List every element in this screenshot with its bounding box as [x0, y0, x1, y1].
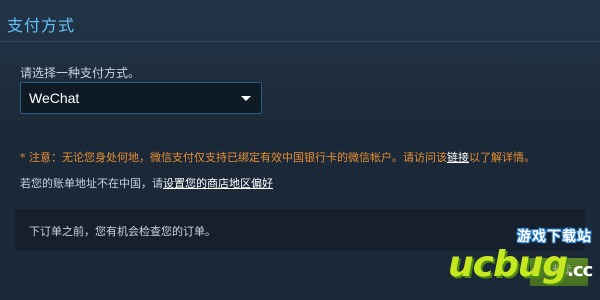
notice-text-suffix: 以了解详情。: [469, 151, 535, 164]
order-review-box: 下订单之前，您有机会检查您的订单。: [15, 209, 585, 251]
region-notice: 若您的账单地址不在中国，请设置您的商店地区偏好: [20, 175, 273, 191]
payment-method-prompt: 请选择一种支付方式。: [20, 66, 141, 80]
store-region-preference-link[interactable]: 设置您的商店地区偏好: [163, 177, 273, 190]
chevron-down-icon: [241, 96, 251, 101]
payment-page: 支付方式 请选择一种支付方式。 WeChat * 注意：无论您身处何地，微信支付…: [0, 0, 600, 300]
title-divider: [0, 41, 600, 42]
region-text: 若您的账单地址不在中国，请: [20, 177, 163, 190]
details-link[interactable]: 链接: [447, 151, 469, 164]
page-title: 支付方式: [7, 16, 76, 35]
wechat-notice: * 注意：无论您身处何地，微信支付仅支持已绑定有效中国银行卡的微信帐户。请访问该…: [20, 149, 535, 165]
payment-method-select[interactable]: WeChat: [20, 82, 262, 114]
order-review-text: 下订单之前，您有机会检查您的订单。: [29, 225, 216, 238]
payment-method-value: WeChat: [29, 90, 80, 106]
continue-button[interactable]: 继续: [530, 258, 588, 286]
notice-text: * 注意：无论您身处何地，微信支付仅支持已绑定有效中国银行卡的微信帐户。请访问该: [20, 151, 447, 164]
